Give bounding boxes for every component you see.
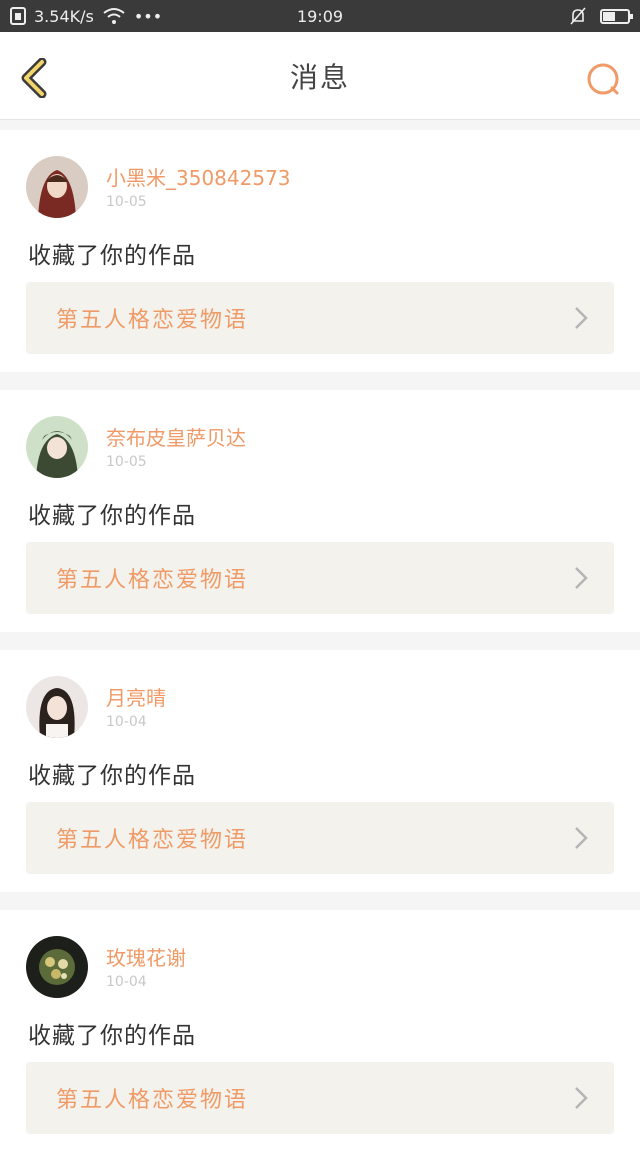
chevron-right-icon	[574, 306, 588, 330]
username[interactable]: 月亮晴	[106, 682, 166, 711]
chevron-right-icon	[574, 566, 588, 590]
page-title: 消息	[289, 60, 351, 94]
username[interactable]: 奈布皮皇萨贝达	[106, 422, 246, 451]
sim-icon	[10, 7, 26, 25]
work-link[interactable]: 第五人格恋爱物语	[26, 542, 614, 614]
message-item: 奈布皮皇萨贝达 10-05 收藏了你的作品 第五人格恋爱物语	[0, 390, 640, 632]
message-date: 10-05	[106, 454, 147, 470]
nav-bar: 消息	[0, 32, 640, 120]
more-indicator: •••	[133, 6, 163, 26]
message-item: 月亮晴 10-04 收藏了你的作品 第五人格恋爱物语	[0, 650, 640, 892]
message-item: 小黑米_350842573 10-05 收藏了你的作品 第五人格恋爱物语	[0, 130, 640, 372]
work-link[interactable]: 第五人格恋爱物语	[26, 1062, 614, 1134]
work-link[interactable]: 第五人格恋爱物语	[26, 802, 614, 874]
avatar[interactable]	[26, 676, 88, 738]
work-title: 第五人格恋爱物语	[56, 1088, 249, 1113]
clock: 19:09	[296, 6, 344, 26]
chevron-right-icon	[574, 826, 588, 850]
work-title: 第五人格恋爱物语	[56, 568, 249, 593]
message-action: 收藏了你的作品	[28, 1023, 196, 1049]
chevron-right-icon	[574, 1086, 588, 1110]
work-title: 第五人格恋爱物语	[56, 828, 249, 853]
battery-icon	[600, 8, 633, 24]
message-action: 收藏了你的作品	[28, 243, 196, 269]
avatar[interactable]	[26, 936, 88, 998]
message-item: 玫瑰花谢 10-04 收藏了你的作品 第五人格恋爱物语	[0, 910, 640, 1152]
message-date: 10-04	[106, 974, 147, 990]
username[interactable]: 玫瑰花谢	[106, 942, 186, 971]
work-link[interactable]: 第五人格恋爱物语	[26, 282, 614, 354]
message-action: 收藏了你的作品	[28, 763, 196, 789]
search-icon[interactable]	[584, 60, 624, 100]
back-chevron-icon[interactable]	[16, 57, 52, 99]
message-action: 收藏了你的作品	[28, 503, 196, 529]
work-title: 第五人格恋爱物语	[56, 308, 249, 333]
net-speed: 3.54K/s	[34, 6, 94, 26]
mute-bell-icon	[568, 6, 588, 26]
status-bar: 3.54K/s ••• 19:09	[0, 0, 640, 32]
avatar[interactable]	[26, 416, 88, 478]
username[interactable]: 小黑米_350842573	[106, 162, 291, 191]
wifi-icon	[102, 7, 126, 25]
message-list: 小黑米_350842573 10-05 收藏了你的作品 第五人格恋爱物语 奈布皮…	[0, 120, 640, 1152]
avatar[interactable]	[26, 156, 88, 218]
message-date: 10-05	[106, 194, 147, 210]
message-date: 10-04	[106, 714, 147, 730]
